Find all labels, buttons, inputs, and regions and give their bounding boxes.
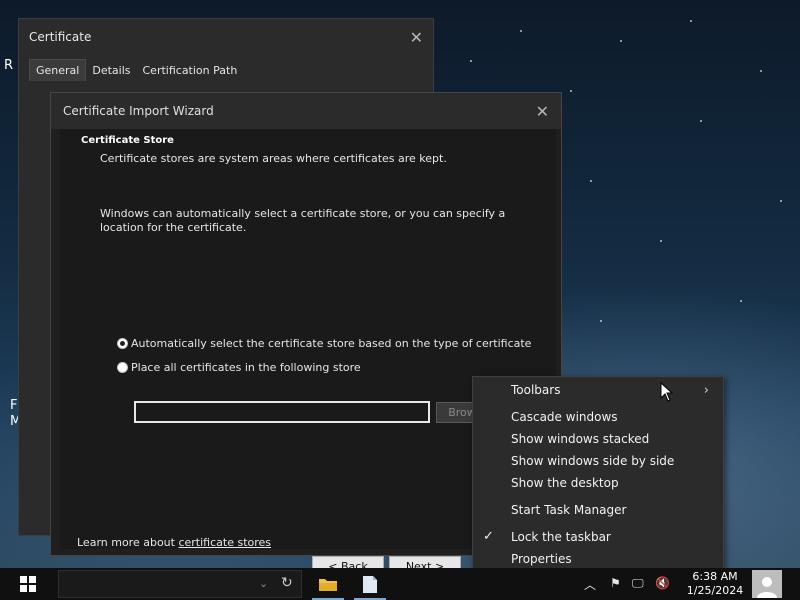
menu-item-task-manager[interactable]: Start Task Manager	[511, 503, 626, 517]
desktop-icon-label: F	[10, 398, 18, 413]
menu-item-cascade-windows[interactable]: Cascade windows	[511, 410, 618, 424]
menu-item-properties[interactable]: Properties	[511, 552, 572, 566]
menu-item-lock-taskbar[interactable]: Lock the taskbar	[511, 530, 611, 544]
close-icon[interactable]: ✕	[536, 102, 549, 121]
checkmark-icon: ✓	[483, 529, 494, 544]
taskbar-app-file-explorer[interactable]	[308, 568, 348, 600]
tab-details[interactable]: Details	[86, 60, 136, 81]
desktop-icon-label: R	[4, 58, 14, 73]
clock-date: 1/25/2024	[686, 584, 744, 597]
learn-more-text: Learn more about certificate stores	[77, 536, 271, 549]
taskbar: ⌄ ↻ ︿ ⚑ 🖵 🔇 6:38 AM 1/25/2024	[0, 568, 800, 600]
mouse-pointer-icon	[660, 382, 674, 402]
radio-button-checked[interactable]	[117, 338, 128, 349]
flag-icon[interactable]: ⚑	[610, 576, 621, 590]
wizard-titlebar[interactable]: Certificate Import Wizard ✕	[51, 93, 561, 129]
store-description: Windows can automatically select a certi…	[100, 207, 506, 234]
menu-item-show-desktop[interactable]: Show the desktop	[511, 476, 619, 490]
system-clock[interactable]: 6:38 AM 1/25/2024	[682, 570, 748, 598]
refresh-icon[interactable]: ↻	[281, 575, 293, 591]
chevron-down-icon[interactable]: ⌄	[259, 577, 268, 590]
user-button[interactable]	[752, 570, 782, 598]
certificate-stores-link[interactable]: certificate stores	[178, 536, 271, 549]
tab-general[interactable]: General	[29, 59, 87, 81]
clock-time: 6:38 AM	[692, 570, 738, 583]
tab-certification-path[interactable]: Certification Path	[137, 60, 244, 81]
section-heading: Certificate Store	[81, 135, 174, 146]
taskbar-app-document[interactable]	[350, 568, 390, 600]
wizard-title: Certificate Import Wizard	[63, 104, 214, 118]
certificate-title: Certificate	[29, 30, 92, 44]
taskbar-context-menu: Toolbars › Cascade windows Show windows …	[472, 376, 724, 572]
menu-item-show-windows-stacked[interactable]: Show windows stacked	[511, 432, 649, 446]
menu-item-show-windows-side-by-side[interactable]: Show windows side by side	[511, 454, 674, 468]
document-icon	[363, 575, 377, 593]
learn-more-prefix: Learn more about	[77, 536, 179, 549]
radio-button[interactable]	[117, 362, 128, 373]
start-button[interactable]	[0, 568, 56, 600]
close-icon[interactable]: ✕	[410, 28, 423, 47]
volume-muted-icon[interactable]: 🔇	[655, 576, 670, 590]
chevron-up-icon[interactable]: ︿	[584, 576, 596, 593]
network-icon[interactable]: 🖵	[632, 576, 644, 591]
auto-select-label: Automatically select the certificate sto…	[131, 337, 532, 350]
certificate-titlebar[interactable]: Certificate ✕	[19, 19, 433, 55]
file-explorer-icon	[319, 579, 337, 591]
certificate-store-field[interactable]	[134, 401, 430, 423]
menu-item-label: Toolbars	[511, 383, 561, 397]
taskbar-search-box[interactable]: ⌄ ↻	[58, 570, 302, 598]
windows-start-icon	[20, 576, 36, 592]
certificate-tabs: General Details Certification Path	[19, 55, 433, 81]
place-in-store-option[interactable]: Place all certificates in the following …	[117, 361, 361, 374]
auto-select-option[interactable]: Automatically select the certificate sto…	[117, 337, 531, 350]
chevron-right-icon: ›	[703, 383, 709, 398]
place-in-store-label: Place all certificates in the following …	[131, 361, 361, 374]
menu-item-toolbars[interactable]: Toolbars	[511, 383, 560, 397]
user-icon	[757, 577, 777, 598]
section-subheading: Certificate stores are system areas wher…	[100, 152, 447, 165]
